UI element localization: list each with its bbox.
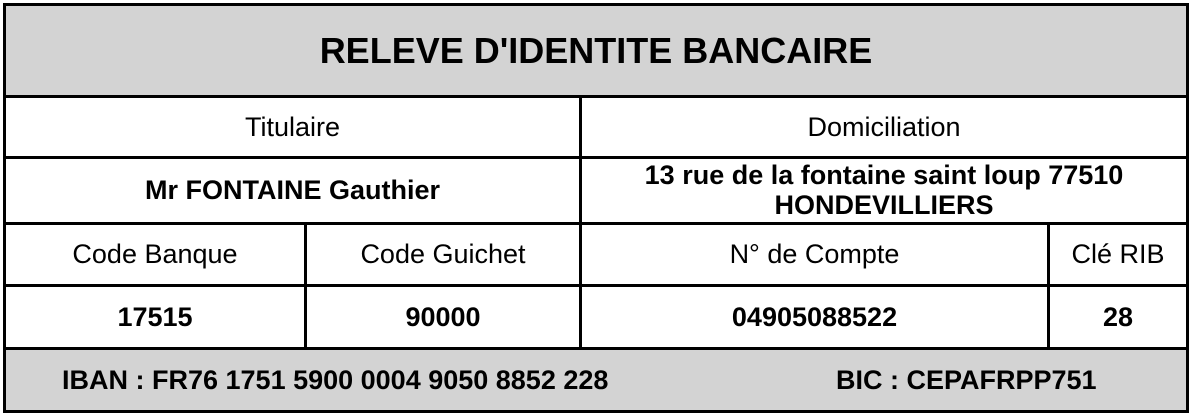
- numero-compte-header: N° de Compte: [582, 225, 1050, 284]
- document-title: RELEVE D'IDENTITE BANCAIRE: [319, 29, 873, 71]
- code-banque-header: Code Banque: [6, 225, 307, 284]
- cle-rib-header: Clé RIB: [1071, 239, 1165, 269]
- holder-value-row: Mr FONTAINE Gauthier 13 rue de la fontai…: [6, 159, 1186, 225]
- bic-value: BIC : CEPAFRPP751: [836, 364, 1097, 395]
- domiciliation-line-1: 13 rue de la fontaine saint loup 77510: [644, 160, 1124, 191]
- titulaire-value: Mr FONTAINE Gauthier: [6, 159, 582, 222]
- rib-document: RELEVE D'IDENTITE BANCAIRE Titulaire Dom…: [3, 3, 1189, 413]
- numero-compte-value: 04905088522: [582, 287, 1050, 347]
- account-header-row: Code Banque Code Guichet N° de Compte Cl…: [6, 225, 1186, 287]
- titulaire-header: Titulaire: [6, 98, 582, 156]
- account-value-row: 17515 90000 04905088522 28: [6, 287, 1186, 350]
- domiciliation-line-2: HONDEVILLIERS: [774, 189, 994, 220]
- iban-bic-row: IBAN : FR76 1751 5900 0004 9050 8852 228…: [6, 350, 1186, 410]
- domiciliation-value: 13 rue de la fontaine saint loup 77510 H…: [582, 159, 1186, 222]
- code-banque-value: 17515: [6, 287, 307, 347]
- domiciliation-header: Domiciliation: [807, 111, 961, 142]
- title-row: RELEVE D'IDENTITE BANCAIRE: [6, 6, 1186, 98]
- iban-value: IBAN : FR76 1751 5900 0004 9050 8852 228: [62, 364, 609, 395]
- holder-header-row: Titulaire Domiciliation: [6, 98, 1186, 159]
- code-guichet-header: Code Guichet: [307, 225, 582, 284]
- code-guichet-value: 90000: [307, 287, 582, 347]
- cle-rib-value: 28: [1102, 301, 1134, 332]
- iban-bic-container: IBAN : FR76 1751 5900 0004 9050 8852 228…: [6, 350, 1186, 410]
